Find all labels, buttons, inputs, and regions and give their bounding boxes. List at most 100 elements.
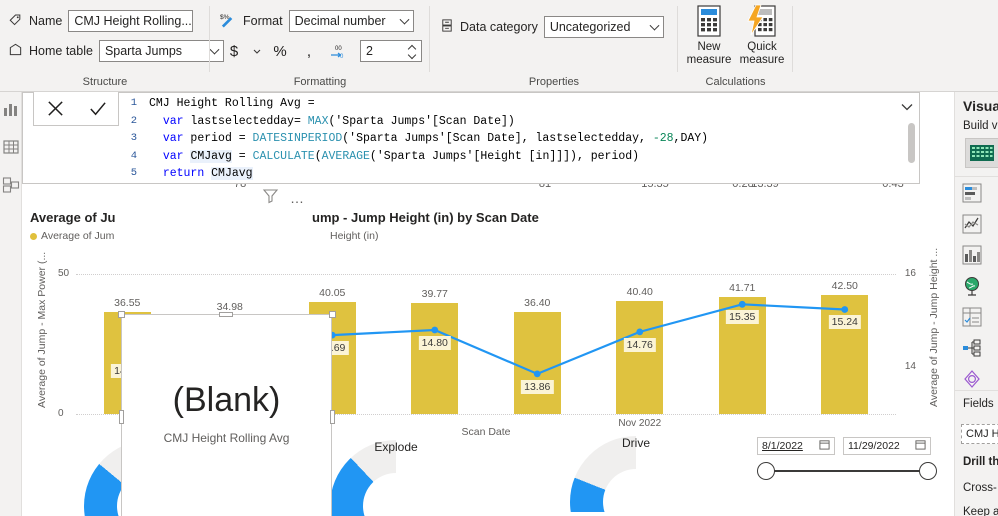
line-number: 3 (130, 132, 137, 144)
format-label: Format (243, 14, 283, 28)
slider-track[interactable] (762, 470, 932, 472)
resize-handle-w[interactable] (119, 410, 124, 424)
blank-card-visual[interactable]: (Blank) CMJ Height Rolling Avg (121, 314, 332, 516)
resize-handle-nw[interactable] (118, 311, 125, 318)
line-number: 5 (130, 167, 137, 179)
slider-knob-start[interactable] (757, 462, 775, 480)
line-number: 4 (130, 149, 137, 162)
x-axis-tick: Nov 2022 (618, 418, 662, 429)
format-buttons-row: $ % , 00 0 2 (224, 40, 422, 62)
data-category-label: Data category (460, 20, 538, 34)
quick-measure-label-1: Quick (747, 41, 777, 53)
quick-measure-button[interactable]: Quick measure (736, 4, 788, 67)
dax-code-editor[interactable]: 1 2 3 4 5 CMJ Height Rolling Avg = var lasts… (123, 95, 889, 181)
currency-dropdown-chevron[interactable] (253, 40, 261, 62)
y-axis-left-tick: 50 (58, 268, 70, 279)
formula-bar-scrollbar[interactable] (908, 123, 915, 163)
home-table-row: Home table Sparta Jumps (8, 40, 224, 62)
code-line: var lastselectedday= MAX('Sparta Jumps'[… (162, 114, 515, 128)
model-view-icon[interactable] (2, 176, 20, 194)
key-influencers-icon[interactable] (961, 368, 983, 390)
home-table-label: Home table (29, 44, 93, 58)
line-chart-icon[interactable] (961, 213, 983, 235)
new-measure-button[interactable]: New measure (683, 4, 735, 67)
filter-icon[interactable] (262, 187, 279, 207)
chevron-down-icon[interactable] (901, 101, 913, 113)
comma-format-button[interactable]: , (299, 40, 319, 62)
ribbon-group-calculations: New measure Quick measure Calculations (678, 0, 793, 92)
slider-knob-end[interactable] (919, 462, 937, 480)
checkmark-icon[interactable] (80, 94, 114, 124)
y-axis-left-tick: 0 (58, 408, 64, 419)
code-line: CMJ Height Rolling Avg = (149, 97, 315, 110)
clustered-column-chart-icon[interactable] (961, 244, 983, 266)
currency-format-button[interactable]: $ (224, 40, 244, 62)
divider (955, 390, 998, 391)
format-select[interactable]: Decimal number (288, 10, 414, 32)
divider (955, 176, 998, 177)
new-measure-label-1: New (697, 41, 721, 53)
gauge-label: Explode (374, 440, 418, 454)
dax-formula-bar[interactable]: 1 2 3 4 5 CMJ Height Rolling Avg = var lasts… (22, 92, 920, 184)
gauge-visual-drive[interactable]: Drive (570, 436, 702, 512)
line-data-label: 14.76 (623, 337, 656, 352)
measure-name-row: Name CMJ Height Rolling... (8, 10, 194, 32)
home-table-value: Sparta Jumps (104, 44, 183, 58)
new-measure-label-2: measure (686, 54, 732, 66)
data-category-row: Data category Uncategorized (440, 16, 664, 38)
resize-handle-ne[interactable] (329, 311, 336, 318)
resize-handle-n[interactable] (219, 312, 233, 317)
line-number: 1 (130, 97, 137, 109)
pane-title: Visua (963, 98, 998, 114)
calendar-icon[interactable] (819, 439, 830, 453)
view-switcher-rail (0, 92, 22, 516)
code-line: return CMJavg (162, 167, 253, 180)
report-view-icon[interactable] (2, 100, 20, 118)
format-value: Decimal number (294, 14, 386, 28)
build-visual-icon[interactable] (965, 138, 998, 168)
line-data-label: 15.35 (726, 310, 759, 325)
home-table-select[interactable]: Sparta Jumps (98, 40, 224, 62)
map-icon[interactable] (961, 275, 983, 297)
decimal-places-value: 2 (366, 44, 373, 58)
code-line: var period = DATESINPERIOD('Sparta Jumps… (162, 132, 709, 145)
data-view-icon[interactable] (2, 138, 20, 156)
visual-type-gallery (961, 182, 998, 390)
ribbon-group-properties: Data category Uncategorized Properties (430, 0, 678, 92)
date-start-field[interactable]: 8/1/2022 (757, 437, 835, 455)
chart-title-left-fragment: Average of Ju (30, 210, 116, 225)
ribbon-group-label-calculations: Calculations (705, 76, 766, 88)
ellipsis-icon[interactable]: … (290, 190, 305, 206)
date-range-slicer[interactable]: 8/1/2022 11/29/2022 (757, 437, 937, 483)
code-lines: CMJ Height Rolling Avg = var lastselecte… (149, 95, 889, 183)
stepper-arrows[interactable] (407, 43, 417, 59)
line-number: 2 (130, 114, 137, 127)
measure-name-label: Name (29, 14, 63, 28)
gauge-visual-explode[interactable]: Explode (330, 440, 462, 516)
decimal-places-stepper[interactable]: 2 (360, 40, 422, 62)
legend-color-swatch (30, 232, 37, 240)
data-category-select[interactable]: Uncategorized (543, 16, 664, 38)
line-data-label: 15.24 (828, 315, 861, 330)
table-icon[interactable] (961, 306, 983, 328)
legend-label: Height (in) (330, 230, 379, 242)
decomposition-tree-icon[interactable] (961, 337, 983, 359)
close-icon[interactable] (38, 94, 72, 124)
date-end-field[interactable]: 11/29/2022 (843, 437, 931, 455)
data-category-value: Uncategorized (549, 20, 631, 34)
resize-handle-e[interactable] (330, 410, 335, 424)
ribbon-separator (792, 6, 793, 72)
field-well-chip[interactable]: CMJ H (961, 424, 998, 444)
visualizations-pane: Visua Build v Fields CMJ H Drill th Cros… (954, 92, 998, 516)
stacked-bar-chart-icon[interactable] (961, 182, 983, 204)
chevron-down-icon (649, 20, 660, 31)
percent-format-button[interactable]: % (270, 40, 290, 62)
measure-name-input[interactable]: CMJ Height Rolling... (68, 10, 194, 32)
pane-section-drill-through: Drill th (963, 456, 998, 468)
table-icon (8, 42, 23, 60)
y-axis-right-tick: 16 (904, 268, 916, 279)
data-category-icon (440, 18, 454, 36)
date-end-value: 11/29/2022 (848, 440, 900, 452)
decrease-decimal-button[interactable]: 00 0 (328, 40, 348, 62)
calendar-icon[interactable] (915, 439, 926, 453)
